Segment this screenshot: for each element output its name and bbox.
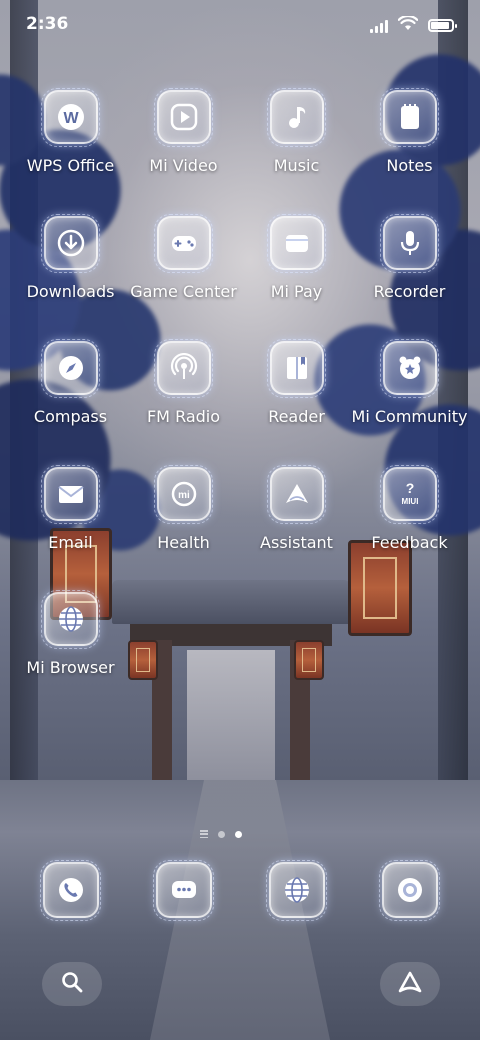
page-menu-icon[interactable] xyxy=(200,830,208,838)
dock-browser[interactable] xyxy=(240,860,353,921)
svg-text:W: W xyxy=(63,110,79,127)
browser-globe-icon xyxy=(265,860,327,921)
app-label: WPS Office xyxy=(26,156,115,175)
app-label: Game Center xyxy=(130,281,237,301)
page-indicator[interactable] xyxy=(200,830,242,838)
app-grid: W WPS Office Mi Video Music Notes Downlo… xyxy=(14,88,468,718)
app-label: Compass xyxy=(33,407,108,426)
app-downloads[interactable]: Downloads xyxy=(14,213,127,342)
phone-icon xyxy=(39,860,101,921)
app-recorder[interactable]: Recorder xyxy=(353,213,466,342)
app-label: Assistant xyxy=(260,532,333,552)
app-assistant[interactable]: Assistant xyxy=(240,464,353,593)
status-icons xyxy=(370,14,457,35)
app-mi-pay[interactable]: Mi Pay xyxy=(240,213,353,342)
app-notes[interactable]: Notes xyxy=(353,88,466,216)
app-label: Mi Browser xyxy=(26,658,115,677)
app-mi-community[interactable]: Mi Community xyxy=(351,339,468,467)
bottom-bar xyxy=(0,950,480,1020)
feedback-icon: ? MIUI xyxy=(379,464,439,524)
app-label: Recorder xyxy=(373,281,446,301)
page-dot-1[interactable] xyxy=(218,830,225,838)
signal-icon xyxy=(370,19,388,33)
app-music[interactable]: Music xyxy=(240,88,353,216)
app-game-center[interactable]: Game Center xyxy=(127,213,240,342)
app-label: Reader xyxy=(268,407,325,426)
app-label: Feedback xyxy=(371,532,448,552)
svg-text:mi: mi xyxy=(178,490,190,501)
app-compass[interactable]: Compass xyxy=(14,339,127,467)
assistant-button[interactable] xyxy=(380,962,440,1006)
page-dot-2[interactable] xyxy=(235,830,242,838)
svg-text:?: ? xyxy=(405,480,414,496)
app-mi-video[interactable]: Mi Video xyxy=(127,88,240,216)
dock-camera[interactable] xyxy=(353,860,466,921)
community-icon xyxy=(379,339,439,398)
browser-globe-icon xyxy=(40,590,100,649)
svg-text:MIUI: MIUI xyxy=(401,497,418,506)
messages-icon xyxy=(152,860,214,921)
battery-icon xyxy=(428,19,457,32)
book-icon xyxy=(266,339,326,398)
app-fm-radio[interactable]: FM Radio xyxy=(127,339,240,467)
status-bar: 2:36 xyxy=(0,0,480,50)
dock-phone[interactable] xyxy=(14,860,127,921)
battery-level xyxy=(431,22,449,29)
status-time: 2:36 xyxy=(26,14,69,34)
app-label: Downloads xyxy=(26,281,115,301)
app-label: FM Radio xyxy=(146,407,221,426)
microphone-icon xyxy=(379,213,439,273)
gamepad-icon xyxy=(153,213,213,273)
assistant-icon xyxy=(266,464,326,524)
search-icon xyxy=(60,970,84,998)
play-icon xyxy=(153,88,213,147)
app-label: Notes xyxy=(386,156,433,175)
app-feedback[interactable]: ? MIUI Feedback xyxy=(353,464,466,593)
app-email[interactable]: Email xyxy=(14,464,127,593)
dock-messages[interactable] xyxy=(127,860,240,921)
app-health[interactable]: mi Health xyxy=(127,464,240,593)
camera-icon xyxy=(378,860,440,921)
app-mi-browser[interactable]: Mi Browser xyxy=(14,590,127,718)
app-reader[interactable]: Reader xyxy=(240,339,353,467)
wallet-icon xyxy=(266,213,326,273)
download-icon xyxy=(40,213,100,273)
health-icon: mi xyxy=(153,464,213,524)
dock xyxy=(14,860,466,921)
app-label: Music xyxy=(273,156,320,175)
app-label: Email xyxy=(48,532,93,552)
app-label: Mi Pay xyxy=(270,281,323,301)
notes-icon xyxy=(379,88,439,147)
app-wps-office[interactable]: W WPS Office xyxy=(14,88,127,216)
assistant-triangle-icon xyxy=(397,970,423,998)
app-label: Mi Video xyxy=(149,156,218,175)
search-button[interactable] xyxy=(42,962,102,1006)
wps-icon: W xyxy=(40,88,100,147)
app-label: Health xyxy=(157,532,210,552)
mail-icon xyxy=(40,464,100,524)
radio-icon xyxy=(153,339,213,398)
app-label: Mi Community xyxy=(351,407,468,426)
music-note-icon xyxy=(266,88,326,147)
compass-icon xyxy=(40,339,100,398)
wifi-icon xyxy=(397,14,419,35)
